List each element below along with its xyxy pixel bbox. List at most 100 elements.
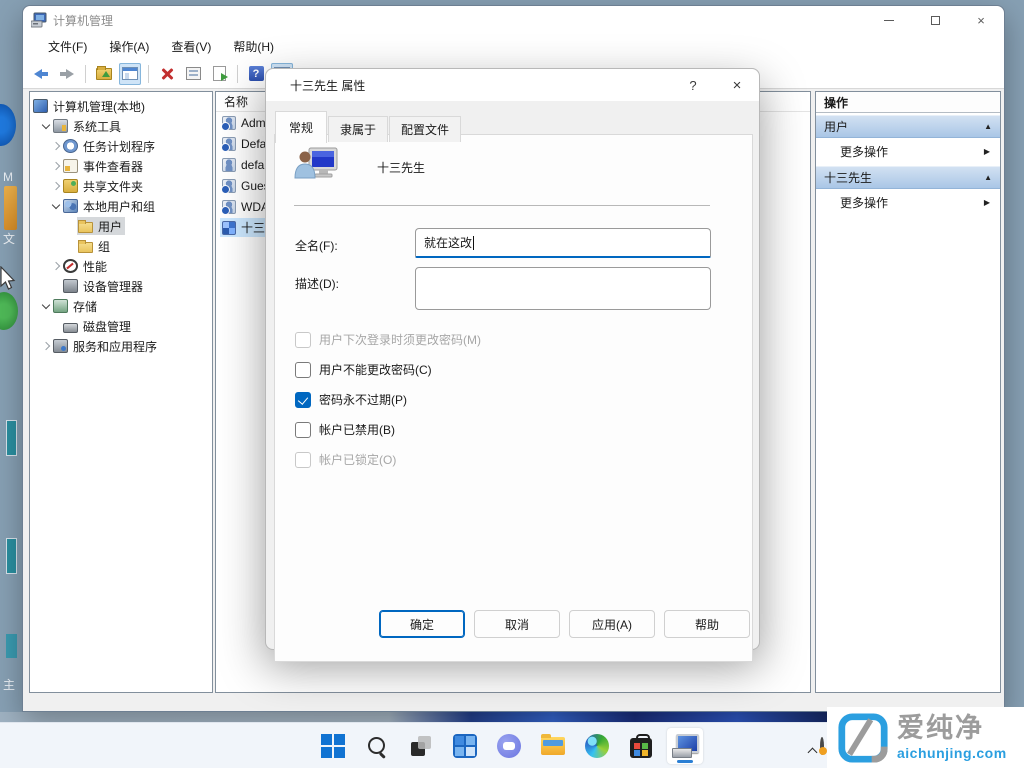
checkbox bbox=[295, 452, 311, 468]
maximize-button[interactable] bbox=[912, 6, 958, 34]
tree-label: 任务计划程序 bbox=[83, 138, 155, 155]
full-name-label: 全名(F): bbox=[295, 237, 338, 254]
start-button[interactable] bbox=[315, 728, 351, 764]
tree-item-event-viewer[interactable]: 事件查看器 bbox=[30, 156, 212, 176]
desktop-icon-fragment bbox=[0, 292, 18, 330]
full-name-input[interactable]: 就在这改 bbox=[415, 228, 711, 258]
help-button[interactable]: 帮助 bbox=[664, 610, 750, 638]
forward-icon bbox=[66, 69, 74, 79]
chevron-collapsed-icon[interactable] bbox=[39, 343, 53, 349]
forward-button[interactable] bbox=[56, 63, 78, 85]
desktop-icon-fragment bbox=[6, 420, 17, 456]
description-input[interactable] bbox=[415, 267, 711, 310]
checkbox-account-locked: 帐户已锁定(O) bbox=[295, 451, 396, 468]
tree-item-storage[interactable]: 存储 bbox=[30, 296, 212, 316]
submenu-arrow-icon: ▶ bbox=[984, 147, 990, 156]
delete-button[interactable] bbox=[156, 63, 178, 85]
actions-group-shisan[interactable]: 十三先生 ▲ bbox=[816, 166, 1000, 189]
tab-member-of[interactable]: 隶属于 bbox=[328, 116, 388, 142]
tab-profile[interactable]: 配置文件 bbox=[389, 116, 461, 142]
watermark-name: 爱纯净 bbox=[897, 715, 1007, 742]
export-list-icon bbox=[213, 66, 226, 81]
back-button[interactable] bbox=[30, 63, 52, 85]
tree-item-local-users-groups[interactable]: 本地用户和组 bbox=[30, 196, 212, 216]
tree-item-device-manager[interactable]: 设备管理器 bbox=[30, 276, 212, 296]
checkbox-cannot-change-password[interactable]: 用户不能更改密码(C) bbox=[295, 361, 432, 378]
task-view-icon bbox=[410, 735, 432, 757]
submenu-arrow-icon: ▶ bbox=[984, 198, 990, 207]
up-level-button[interactable] bbox=[93, 63, 115, 85]
task-view-button[interactable] bbox=[403, 728, 439, 764]
desktop-icon-fragment bbox=[4, 186, 17, 230]
file-explorer-button[interactable] bbox=[535, 728, 571, 764]
menu-file[interactable]: 文件(F) bbox=[39, 35, 96, 58]
help-icon bbox=[249, 66, 264, 81]
edge-button[interactable] bbox=[579, 728, 615, 764]
menu-action[interactable]: 操作(A) bbox=[100, 35, 158, 58]
checkbox-account-disabled[interactable]: 帐户已禁用(B) bbox=[295, 421, 395, 438]
chevron-expanded-icon[interactable] bbox=[39, 124, 53, 128]
tree-item-services-applications[interactable]: 服务和应用程序 bbox=[30, 336, 212, 356]
disk-icon bbox=[63, 323, 78, 333]
collapse-arrow-icon[interactable]: ▲ bbox=[984, 173, 992, 182]
chevron-collapsed-icon[interactable] bbox=[49, 263, 63, 269]
widgets-button[interactable] bbox=[447, 728, 483, 764]
chevron-collapsed-icon[interactable] bbox=[49, 183, 63, 189]
actions-group-users[interactable]: 用户 ▲ bbox=[816, 115, 1000, 138]
desktop-icon-fragment bbox=[6, 538, 17, 574]
chevron-expanded-icon[interactable] bbox=[49, 204, 63, 208]
dialog-title: 十三先生 属性 bbox=[290, 77, 365, 94]
close-button[interactable]: × bbox=[958, 6, 1004, 34]
tray-icon-button[interactable] bbox=[820, 739, 824, 753]
menu-view[interactable]: 查看(V) bbox=[162, 35, 220, 58]
computer-management-taskbar-button[interactable] bbox=[667, 728, 703, 764]
properties-dialog: 十三先生 属性 ? × 常规 隶属于 配置文件 bbox=[265, 68, 760, 650]
tree-label: 本地用户和组 bbox=[83, 198, 155, 215]
windows-logo-icon bbox=[321, 734, 345, 758]
checkbox[interactable] bbox=[295, 422, 311, 438]
tree-item-disk-management[interactable]: 磁盘管理 bbox=[30, 316, 212, 336]
properties-button[interactable] bbox=[182, 63, 204, 85]
menu-help[interactable]: 帮助(H) bbox=[224, 35, 283, 58]
chevron-collapsed-icon[interactable] bbox=[49, 163, 63, 169]
more-actions-users[interactable]: 更多操作 ▶ bbox=[816, 138, 1000, 164]
ok-button[interactable]: 确定 bbox=[379, 610, 465, 638]
tree-item-performance[interactable]: 性能 bbox=[30, 256, 212, 276]
dialog-titlebar[interactable]: 十三先生 属性 ? × bbox=[266, 69, 759, 101]
tree-item-groups[interactable]: 组 bbox=[30, 236, 212, 256]
search-button[interactable] bbox=[359, 728, 395, 764]
dialog-help-button[interactable]: ? bbox=[671, 69, 715, 101]
tab-general[interactable]: 常规 bbox=[275, 111, 327, 143]
chevron-collapsed-icon[interactable] bbox=[49, 143, 63, 149]
dialog-tabs: 常规 隶属于 配置文件 bbox=[275, 110, 462, 142]
window-titlebar[interactable]: 计算机管理 × bbox=[23, 6, 1004, 34]
checkbox[interactable] bbox=[295, 392, 311, 408]
apply-button[interactable]: 应用(A) bbox=[569, 610, 655, 638]
cancel-button[interactable]: 取消 bbox=[474, 610, 560, 638]
tree-item-system-tools[interactable]: 系统工具 bbox=[30, 116, 212, 136]
tree-item-task-scheduler[interactable]: 任务计划程序 bbox=[30, 136, 212, 156]
store-button[interactable] bbox=[623, 728, 659, 764]
more-actions-shisan[interactable]: 更多操作 ▶ bbox=[816, 189, 1000, 215]
tree-label: 事件查看器 bbox=[83, 158, 143, 175]
delete-icon bbox=[160, 67, 174, 81]
collapse-arrow-icon[interactable]: ▲ bbox=[984, 122, 992, 131]
tree-item-users[interactable]: 用户 bbox=[30, 216, 212, 236]
device-manager-icon bbox=[63, 279, 78, 293]
chat-button[interactable] bbox=[491, 728, 527, 764]
chevron-expanded-icon[interactable] bbox=[39, 304, 53, 308]
dialog-close-button[interactable]: × bbox=[715, 69, 759, 101]
tree-item-computer-management[interactable]: 计算机管理(本地) bbox=[30, 96, 212, 116]
shared-folder-icon bbox=[63, 179, 78, 193]
tree-item-shared-folders[interactable]: 共享文件夹 bbox=[30, 176, 212, 196]
help-button[interactable] bbox=[245, 63, 267, 85]
export-list-button[interactable] bbox=[208, 63, 230, 85]
tree-label: 存储 bbox=[73, 298, 97, 315]
widgets-icon bbox=[453, 734, 477, 758]
performance-icon bbox=[63, 259, 78, 273]
show-console-tree-button[interactable] bbox=[119, 63, 141, 85]
folder-up-icon bbox=[96, 68, 112, 80]
checkbox-password-never-expires[interactable]: 密码永不过期(P) bbox=[295, 391, 407, 408]
checkbox[interactable] bbox=[295, 362, 311, 378]
minimize-button[interactable] bbox=[866, 6, 912, 34]
